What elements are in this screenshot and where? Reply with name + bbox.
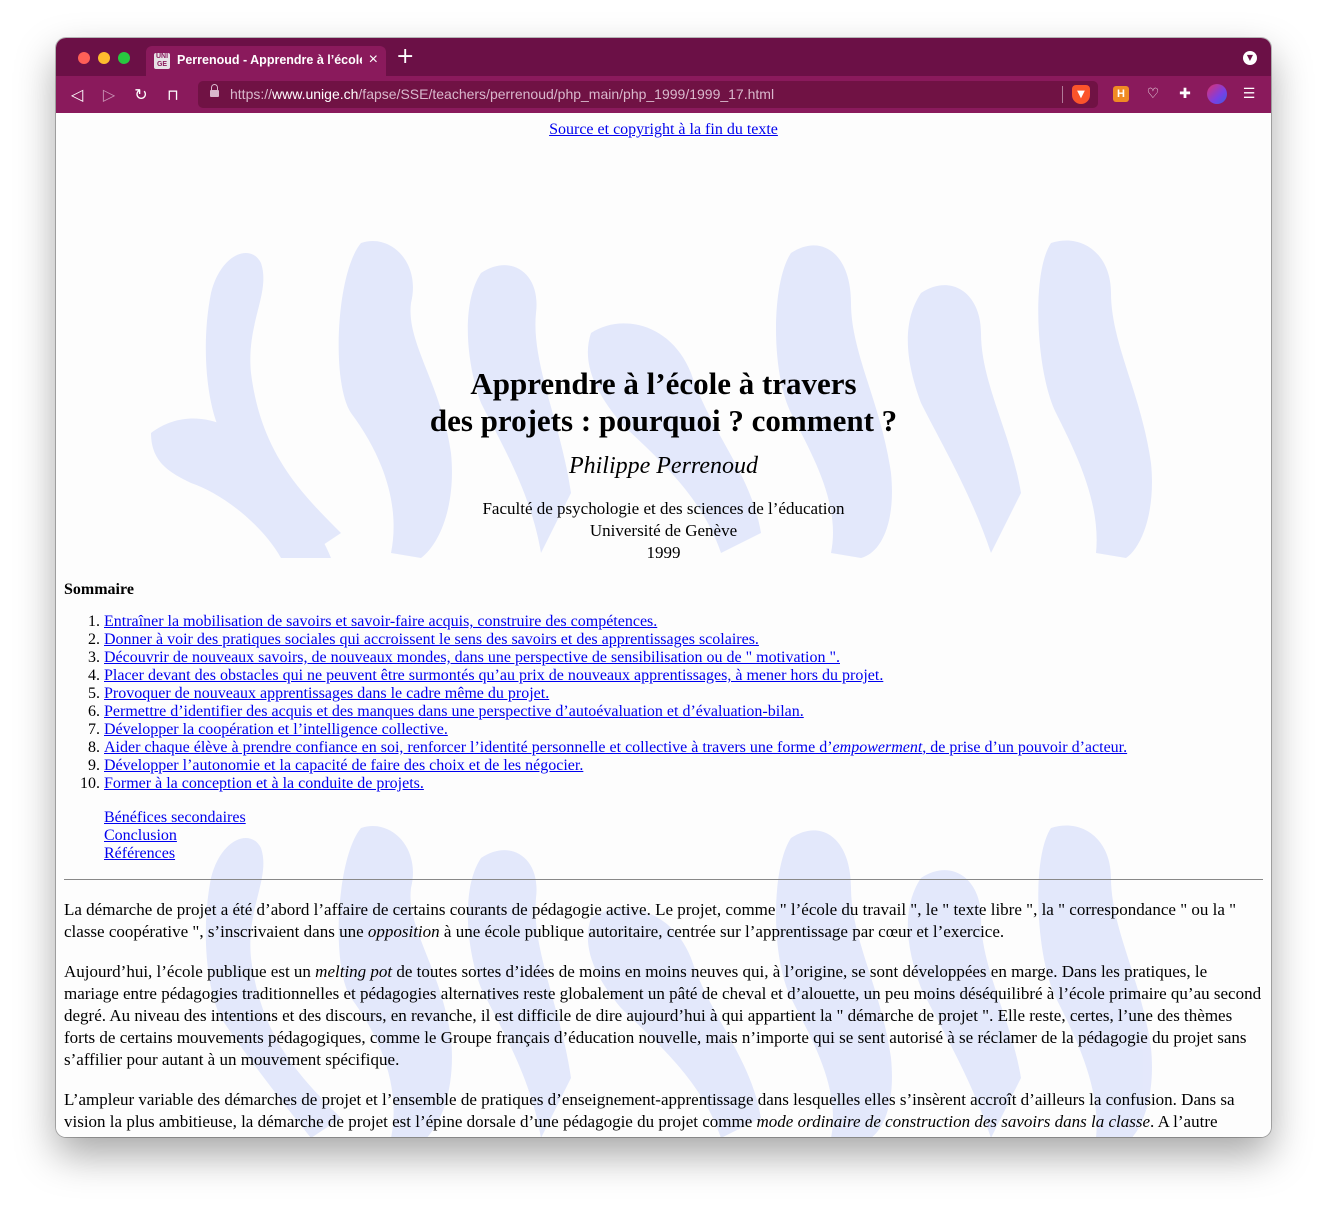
profile-avatar[interactable] bbox=[1207, 84, 1227, 104]
affiliation: Faculté de psychologie et des sciences d… bbox=[482, 499, 845, 562]
references-link[interactable]: Références bbox=[104, 845, 1263, 863]
toc-link-9[interactable]: Développer l’autonomie et la capacité de… bbox=[104, 757, 583, 774]
divider bbox=[64, 879, 1263, 880]
tab-bar: UNI GE Perrenoud - Apprendre à l’école à… bbox=[56, 38, 1271, 76]
toc-item: Placer devant des obstacles qui ne peuve… bbox=[104, 667, 1263, 685]
menu-hamburger-icon[interactable]: ☰ bbox=[1239, 84, 1259, 104]
source-copyright-link[interactable]: Source et copyright à la fin du texte bbox=[64, 121, 1263, 139]
table-of-contents: Entraîner la mobilisation de savoirs et … bbox=[64, 613, 1263, 793]
sommaire-heading: Sommaire bbox=[64, 581, 134, 598]
toc-link-2[interactable]: Donner à voir des pratiques sociales qui… bbox=[104, 631, 759, 648]
unige-favicon-icon: UNI GE bbox=[154, 53, 170, 69]
zoom-window-button[interactable] bbox=[118, 52, 130, 64]
lock-icon bbox=[210, 84, 219, 98]
toc-item: Aider chaque élève à prendre confiance e… bbox=[104, 739, 1263, 757]
url-text[interactable]: https://www.unige.ch/fapse/SSE/teachers/… bbox=[230, 86, 774, 102]
toc-link-8[interactable]: Aider chaque élève à prendre confiance e… bbox=[104, 739, 1127, 756]
forward-arrow-icon[interactable]: ▷ bbox=[98, 84, 120, 106]
toc-item: Provoquer de nouveaux apprentissages dan… bbox=[104, 685, 1263, 703]
pocket-icon[interactable]: ♡ bbox=[1143, 84, 1163, 104]
benefices-secondaires-link[interactable]: Bénéfices secondaires bbox=[104, 809, 1263, 827]
reload-icon[interactable]: ↻ bbox=[130, 84, 152, 106]
bookmark-icon[interactable]: ⊓ bbox=[162, 84, 184, 106]
toc-item: Développer la coopération et l’intellige… bbox=[104, 721, 1263, 739]
page-title: Apprendre à l’école à travers des projet… bbox=[429, 366, 898, 438]
url-separator bbox=[1062, 86, 1063, 103]
brave-shield-icon[interactable]: ▼ bbox=[1072, 85, 1090, 104]
article: Source et copyright à la fin du texte Ap… bbox=[56, 121, 1271, 1137]
paragraph-2: Aujourd’hui, l’école publique est un mel… bbox=[64, 962, 1262, 1069]
extension-h-icon[interactable]: H bbox=[1113, 86, 1129, 102]
close-window-button[interactable] bbox=[78, 52, 90, 64]
toc-link-4[interactable]: Placer devant des obstacles qui ne peuve… bbox=[104, 667, 883, 684]
browser-window: UNI GE Perrenoud - Apprendre à l’école à… bbox=[56, 38, 1271, 1137]
toc-item: Entraîner la mobilisation de savoirs et … bbox=[104, 613, 1263, 631]
new-tab-plus-icon[interactable]: + bbox=[396, 44, 414, 69]
back-arrow-icon[interactable]: ◁ bbox=[66, 84, 88, 106]
toc-link-7[interactable]: Développer la coopération et l’intellige… bbox=[104, 721, 448, 738]
toc-link-1[interactable]: Entraîner la mobilisation de savoirs et … bbox=[104, 613, 657, 630]
extensions-puzzle-icon[interactable]: ✚ bbox=[1175, 84, 1195, 104]
paragraph-3: L’ampleur variable des démarches de proj… bbox=[64, 1090, 1235, 1137]
address-bar[interactable]: https://www.unige.ch/fapse/SSE/teachers/… bbox=[198, 81, 1098, 108]
toc-item: Permettre d’identifier des acquis et des… bbox=[104, 703, 1263, 721]
secondary-links: Bénéfices secondaires Conclusion Référen… bbox=[104, 809, 1263, 863]
toc-link-6[interactable]: Permettre d’identifier des acquis et des… bbox=[104, 703, 804, 720]
toc-item: Découvrir de nouveaux savoirs, de nouvea… bbox=[104, 649, 1263, 667]
author-name: Philippe Perrenoud bbox=[568, 453, 759, 479]
paragraph-1: La démarche de projet a été d’abord l’af… bbox=[64, 900, 1237, 941]
toc-link-5[interactable]: Provoquer de nouveaux apprentissages dan… bbox=[104, 685, 549, 702]
tab-title: Perrenoud - Apprendre à l’école à traver… bbox=[177, 53, 362, 67]
toc-link-3[interactable]: Découvrir de nouveaux savoirs, de nouvea… bbox=[104, 649, 840, 666]
toc-item: Donner à voir des pratiques sociales qui… bbox=[104, 631, 1263, 649]
toc-item: Former à la conception et à la conduite … bbox=[104, 775, 1263, 793]
conclusion-link[interactable]: Conclusion bbox=[104, 827, 1263, 845]
toc-item: Développer l’autonomie et la capacité de… bbox=[104, 757, 1263, 775]
navigation-toolbar: ◁ ▷ ↻ ⊓ https://www.unige.ch/fapse/SSE/t… bbox=[56, 76, 1271, 113]
page-content: Source et copyright à la fin du texte Ap… bbox=[56, 113, 1271, 1137]
tab-list-chevron-icon[interactable]: ▼ bbox=[1243, 51, 1257, 65]
minimize-window-button[interactable] bbox=[98, 52, 110, 64]
active-tab[interactable]: UNI GE Perrenoud - Apprendre à l’école à… bbox=[146, 46, 386, 76]
toc-link-10[interactable]: Former à la conception et à la conduite … bbox=[104, 775, 424, 792]
tab-close-icon[interactable]: × bbox=[369, 51, 378, 69]
